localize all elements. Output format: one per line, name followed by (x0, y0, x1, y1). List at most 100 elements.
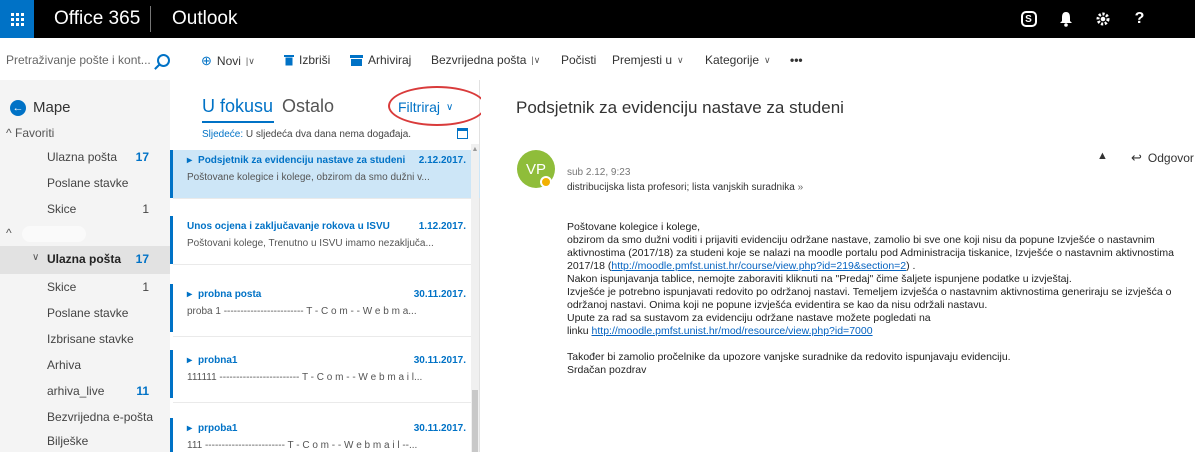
unread-bar (170, 216, 173, 264)
message-date: 30.11.2017. (413, 423, 466, 434)
folder-label: Bilješke (47, 434, 89, 448)
unread-bar (170, 350, 173, 398)
folder-item-archive[interactable]: Arhiva (0, 354, 170, 378)
folder-item-deleted[interactable]: Izbrisane stavke (0, 328, 170, 352)
divider (173, 264, 471, 265)
chevron-down-icon[interactable]: |∨ (531, 55, 540, 66)
message-date: 30.11.2017. (413, 355, 466, 366)
subject-text: probna1 (198, 355, 238, 366)
reply-button[interactable]: ↩ Odgovor (1131, 150, 1194, 166)
message-preview: proba 1 ------------------------ T - C o… (187, 306, 417, 317)
folders-title: Mape (33, 99, 71, 116)
folder-item-inbox[interactable]: ∨ Ulazna pošta 17 (0, 246, 170, 274)
body-line: Nakon ispunjavanja tablice, nemojte zabo… (567, 273, 1072, 285)
top-bar: Office 365 Outlook S ? (0, 0, 1195, 38)
message-preview: Poštovane kolegice i kolege, obzirom da … (187, 172, 430, 183)
folder-label: arhiva_live (47, 384, 105, 398)
app-launcher-button[interactable] (0, 0, 34, 38)
folder-item-sent-favorite[interactable]: Poslane stavke (0, 172, 170, 196)
message-preview: Poštovani kolege, Trenutno u ISVU imamo … (187, 238, 434, 249)
help-button[interactable]: ? (1121, 0, 1158, 38)
expand-recipients-icon[interactable]: » (798, 182, 804, 193)
message-list-scrollbar[interactable]: ▲ (471, 144, 479, 452)
back-arrow-icon[interactable]: ← (10, 99, 26, 116)
brand-title[interactable]: Office 365 (54, 8, 140, 30)
folder-item-notes[interactable]: Bilješke (0, 430, 170, 452)
list-item[interactable]: ▸ probna1 30.11.2017. 111111 ------------… (170, 350, 480, 398)
unread-bar (170, 284, 173, 332)
more-icon: ••• (790, 53, 803, 67)
app-title[interactable]: Outlook (172, 8, 237, 30)
categories-button[interactable]: Kategorije ∨ (705, 53, 771, 67)
thumbs-up-icon: ▲ (1097, 150, 1108, 162)
folder-pane: ← Mape ^ Favoriti Ulazna pošta 17 Poslan… (0, 80, 170, 452)
folder-item-junk[interactable]: Bezvrijedna e-pošta (0, 406, 170, 430)
list-item[interactable]: ▸ prpoba1 30.11.2017. 111 ---------------… (170, 418, 480, 452)
chevron-down-icon: ∨ (677, 54, 684, 65)
new-button[interactable]: ⊕ Novi |∨ (201, 53, 255, 69)
search-input[interactable]: Pretraživanje pošte i kont... (6, 50, 174, 70)
archive-button[interactable]: Arhiviraj (350, 53, 411, 67)
calendar-icon[interactable] (457, 128, 468, 139)
settings-button[interactable] (1084, 0, 1121, 38)
folder-label: Bezvrijedna e-pošta (47, 410, 154, 424)
scroll-thumb[interactable] (472, 390, 478, 452)
list-item[interactable]: ▸ probna posta 30.11.2017. proba 1 ------… (170, 284, 480, 332)
divider (173, 198, 471, 199)
junk-button[interactable]: Bezvrijedna pošta |∨ (431, 53, 540, 67)
reply-label: Odgovor (1147, 151, 1194, 165)
categories-label: Kategorije (705, 53, 760, 67)
chevron-down-icon[interactable]: ∨ (32, 252, 39, 263)
notifications-button[interactable] (1047, 0, 1084, 38)
tab-other[interactable]: Ostalo (282, 96, 334, 117)
sweep-label: Počisti (561, 53, 597, 67)
unread-bar (170, 150, 173, 198)
agenda-peek: Sljedeće: U sljedeća dva dana nema događ… (202, 129, 411, 140)
body-line: aktivnostima (2017/18) za studeni koje s… (567, 247, 1174, 259)
favorites-header[interactable]: ^ Favoriti (6, 126, 54, 140)
skype-button[interactable]: S (1010, 0, 1047, 38)
folder-label: Skice (47, 202, 77, 216)
body-line: Izvješće je potrebno ispunjavati redovit… (567, 286, 1172, 298)
sweep-button[interactable]: Počisti (561, 53, 596, 67)
folder-item-sent[interactable]: Poslane stavke (0, 302, 170, 326)
body-text: ) . (906, 260, 916, 272)
account-header[interactable]: ^ (6, 226, 12, 240)
scroll-up-icon[interactable]: ▲ (471, 146, 479, 153)
folder-item-drafts-favorite[interactable]: Skice 1 (0, 198, 170, 222)
search-placeholder: Pretraživanje pošte i kont... (6, 53, 151, 67)
trash-icon (284, 55, 294, 66)
body-line: Srdačan pozdrav (567, 364, 647, 376)
search-icon[interactable] (157, 53, 170, 67)
junk-label: Bezvrijedna pošta (431, 53, 527, 67)
delete-label: Izbriši (299, 53, 331, 67)
move-button[interactable]: Premjesti u ∨ (612, 53, 684, 67)
annotation-circle (388, 86, 486, 126)
moodle-course-link[interactable]: http://moodle.pmfst.unist.hr/course/view… (611, 260, 906, 272)
expand-arrow-icon: ▸ (187, 289, 193, 300)
list-item[interactable]: Unos ocjena i zaključavanje rokova u ISV… (170, 216, 480, 264)
redacted-account-name (22, 226, 86, 242)
archive-label: Arhiviraj (368, 53, 412, 67)
more-button[interactable]: ••• (790, 53, 803, 67)
folder-item-drafts[interactable]: Skice 1 (0, 276, 170, 300)
folder-item-inbox-favorite[interactable]: Ulazna pošta 17 (0, 146, 170, 170)
chevron-down-icon[interactable]: |∨ (246, 56, 255, 67)
message-timestamp: sub 2.12, 9:23 (567, 167, 631, 178)
list-item[interactable]: ▸ Podsjetnik za evidenciju nastave za stu… (170, 150, 480, 198)
body-line: Upute za rad sa sustavom za evidenciju o… (567, 312, 931, 324)
presence-icon (540, 176, 552, 188)
message-subject: Unos ocjena i zaključavanje rokova u ISV… (187, 221, 390, 232)
unread-count: 11 (136, 384, 149, 398)
waffle-icon (10, 12, 24, 26)
unread-count: 17 (135, 252, 149, 266)
folder-item-archive-live[interactable]: arhiva_live 11 (0, 380, 170, 404)
recipients[interactable]: distribucijska lista profesori; lista va… (567, 182, 803, 193)
folders-header[interactable]: ← Mape (10, 99, 71, 116)
subject-text: Podsjetnik za evidenciju nastave za stud… (198, 155, 406, 166)
like-button[interactable]: ▲ (1097, 150, 1108, 162)
moodle-resource-link[interactable]: http://moodle.pmfst.unist.hr/mod/resourc… (592, 325, 873, 337)
body-text: linku (567, 325, 592, 337)
tab-focused[interactable]: U fokusu (202, 96, 273, 117)
delete-button[interactable]: Izbriši (284, 53, 330, 67)
